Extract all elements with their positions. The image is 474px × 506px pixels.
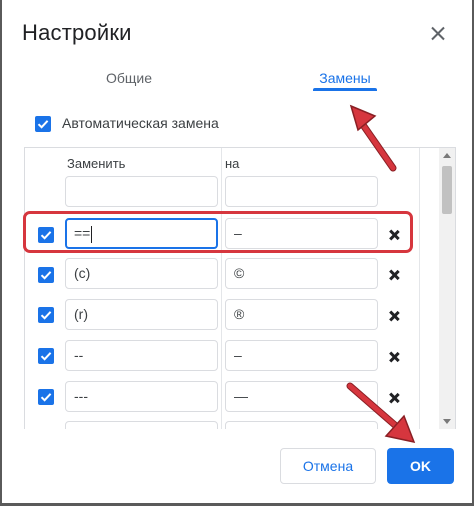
- with-input[interactable]: ®: [225, 299, 378, 330]
- settings-dialog: Настройки Общие Замены Автоматическая за…: [0, 0, 474, 506]
- checkmark-icon: [40, 352, 52, 361]
- window-frame-left: [0, 0, 2, 506]
- replace-input[interactable]: --: [65, 340, 218, 371]
- auto-replace-label: Автоматическая замена: [62, 115, 219, 131]
- tab-general[interactable]: Общие: [90, 60, 168, 96]
- with-input[interactable]: ©: [225, 258, 378, 289]
- with-input[interactable]: —: [225, 381, 378, 412]
- with-input[interactable]: –: [225, 340, 378, 371]
- checkmark-icon: [40, 311, 52, 320]
- checkmark-icon: [40, 393, 52, 402]
- replace-input[interactable]: ---: [65, 381, 218, 412]
- replace-input[interactable]: (c): [65, 258, 218, 289]
- delete-row-icon[interactable]: [388, 310, 400, 322]
- table-scrollbar[interactable]: [439, 148, 455, 429]
- annotation-highlight-box: [23, 211, 413, 253]
- dialog-title: Настройки: [22, 20, 132, 45]
- row-checkbox[interactable]: [38, 307, 54, 323]
- row-checkbox[interactable]: [38, 389, 54, 405]
- close-icon[interactable]: [428, 24, 448, 44]
- delete-row-icon[interactable]: [388, 269, 400, 281]
- column-header-with: на: [225, 156, 240, 171]
- checkmark-icon: [40, 271, 52, 280]
- column-divider: [419, 148, 420, 429]
- column-header-replace: Заменить: [67, 156, 126, 171]
- replace-input[interactable]: [65, 421, 218, 429]
- scroll-down-icon[interactable]: [443, 419, 451, 424]
- scrollbar-thumb[interactable]: [442, 166, 452, 214]
- auto-replace-checkbox[interactable]: [35, 116, 51, 132]
- ok-button[interactable]: OK: [387, 448, 454, 484]
- with-input[interactable]: [225, 176, 378, 207]
- delete-row-icon[interactable]: [388, 351, 400, 363]
- row-checkbox[interactable]: [38, 348, 54, 364]
- row-checkbox[interactable]: [38, 267, 54, 283]
- scroll-up-icon[interactable]: [443, 153, 451, 158]
- replace-input[interactable]: [65, 176, 218, 207]
- checkmark-icon: [37, 120, 49, 129]
- with-input[interactable]: [225, 421, 378, 429]
- column-divider: [221, 148, 222, 429]
- delete-row-icon[interactable]: [388, 392, 400, 404]
- cancel-button[interactable]: Отмена: [280, 448, 376, 484]
- replace-input[interactable]: (r): [65, 299, 218, 330]
- active-tab-indicator: [313, 88, 377, 91]
- replacements-table: Заменить на == – (c) © (r) ® -- – --- —: [24, 147, 456, 429]
